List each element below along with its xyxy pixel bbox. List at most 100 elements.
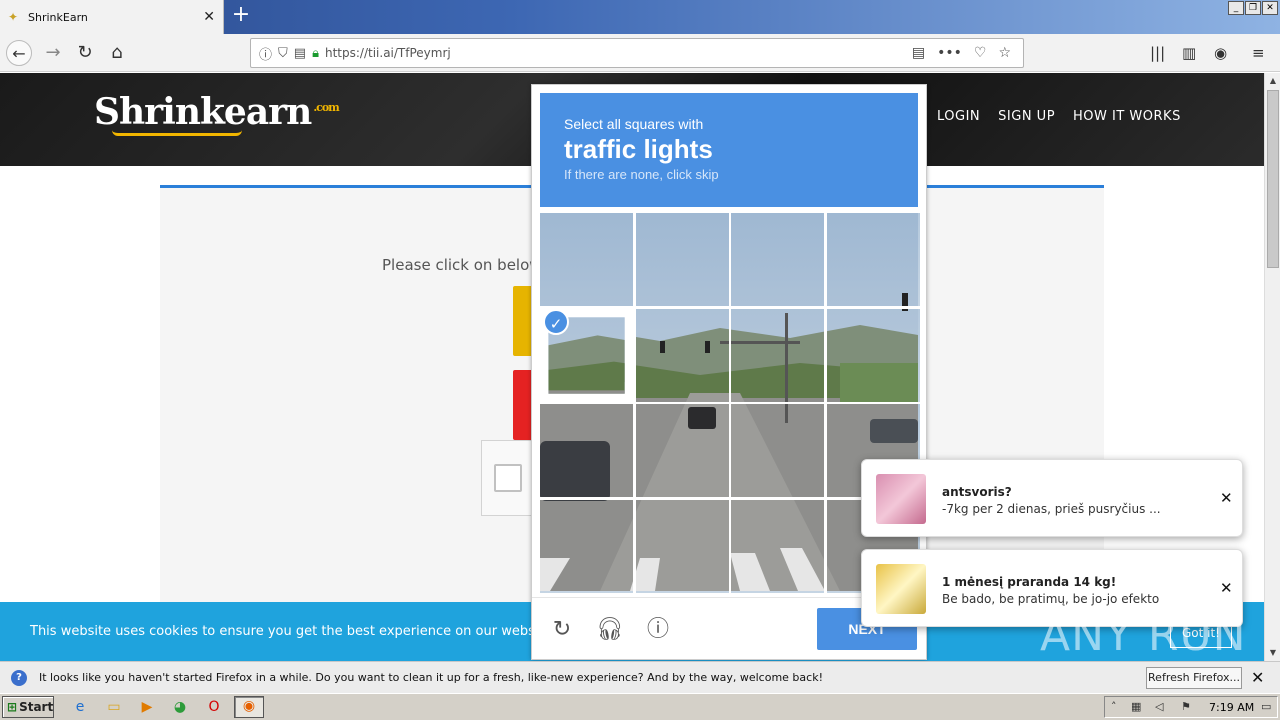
audio-challenge-icon[interactable]: 🎧︎ (596, 616, 624, 644)
reload-icon[interactable]: ↻ (72, 40, 98, 66)
site-logo[interactable]: Shrinkearn .com (94, 91, 340, 133)
close-icon[interactable]: ✕ (1220, 489, 1233, 507)
start-label: Start (19, 700, 54, 714)
window-controls: _ ❐ ✕ (1228, 1, 1278, 15)
menu-icon[interactable]: ≡ (1252, 44, 1265, 62)
scroll-up-icon[interactable]: ▲ (1265, 73, 1280, 89)
home-icon[interactable]: ⌂ (104, 40, 130, 66)
lock-icon[interactable]: 🔒︎ (312, 46, 319, 61)
tile-image (540, 213, 633, 306)
scroll-thumb[interactable] (1267, 90, 1279, 268)
address-bar[interactable]: ⓘ ⛉ ▤ 🔒︎ https://tii.ai/TfPeymrj ▤ ••• ♡… (250, 38, 1024, 68)
nav-login[interactable]: LOGIN (937, 109, 980, 124)
close-window-button[interactable]: ✕ (1262, 1, 1278, 15)
permissions-icon[interactable]: ▤ (294, 46, 306, 61)
grid-tile[interactable] (731, 213, 825, 306)
grid-tile[interactable] (635, 213, 729, 306)
challenge-target: traffic lights (564, 134, 713, 164)
tile-image (540, 404, 633, 498)
info-icon[interactable]: ⓘ (259, 44, 272, 63)
tab-shrinkearn[interactable]: ✦ ShrinkEarn ✕ (0, 0, 224, 34)
grid-tile[interactable] (731, 308, 825, 402)
restore-button[interactable]: ❐ (1245, 1, 1261, 15)
tile-image (635, 500, 729, 591)
tile-image (635, 404, 729, 498)
pocket-icon[interactable]: ♡ (974, 45, 987, 61)
tile-image (540, 500, 633, 591)
grid-tile[interactable] (731, 404, 825, 498)
file-explorer-icon[interactable]: ▭ (104, 698, 124, 716)
challenge-header: Select all squares with traffic lights I… (540, 93, 918, 207)
tab-strip: ✦ ShrinkEarn ✕ + _ ❐ ✕ (0, 0, 1280, 34)
firefox-notification-bar: ? It looks like you haven't started Fire… (0, 661, 1280, 693)
cookie-text: This website uses cookies to ensure you … (30, 624, 575, 639)
refresh-firefox-button[interactable]: Refresh Firefox... (1146, 667, 1242, 689)
grid-tile[interactable] (540, 500, 633, 593)
nav-how-it-works[interactable]: HOW IT WORKS (1073, 109, 1181, 124)
help-info-icon[interactable]: ⓘ (644, 616, 672, 644)
scroll-down-icon[interactable]: ▼ (1265, 645, 1280, 661)
grid-tile[interactable] (635, 500, 729, 593)
close-icon[interactable]: ✕ (1251, 668, 1264, 687)
notification-title: 1 mėnesį praranda 14 kg! (942, 575, 1117, 589)
internet-explorer-icon[interactable]: e (70, 698, 90, 716)
close-icon[interactable]: ✕ (1220, 579, 1233, 597)
grid-tile[interactable] (635, 404, 729, 498)
start-button[interactable]: ⊞ Start (2, 696, 54, 718)
firefox-message: It looks like you haven't started Firefo… (39, 671, 823, 684)
windows-logo-icon: ⊞ (7, 700, 18, 714)
notification-1[interactable]: antsvoris? -7kg per 2 dienas, prieš pusr… (861, 459, 1243, 537)
tile-image (731, 308, 825, 402)
close-tab-icon[interactable]: ✕ (203, 9, 215, 25)
minimize-button[interactable]: _ (1228, 1, 1244, 15)
media-player-icon[interactable]: ▶ (137, 698, 157, 716)
challenge-instruction: Select all squares with (564, 116, 704, 132)
recaptcha-checkbox[interactable] (494, 464, 522, 492)
grid-tile[interactable] (540, 404, 633, 498)
notification-title: antsvoris? (942, 485, 1012, 499)
chrome-icon[interactable]: ◕ (170, 698, 190, 716)
reload-challenge-icon[interactable]: ↻ (548, 616, 576, 644)
bookmark-star-icon[interactable]: ☆ (998, 45, 1011, 61)
tile-image (635, 308, 729, 402)
click-prompt: Please click on below (382, 256, 542, 274)
notification-thumbnail (876, 564, 926, 614)
grid-tile[interactable] (540, 213, 633, 306)
forward-arrow-icon[interactable]: → (40, 40, 66, 66)
volume-icon[interactable]: ◁ (1155, 700, 1163, 713)
firefox-taskbar-icon[interactable]: ◉ (234, 696, 264, 718)
reader-view-icon[interactable]: ▤ (912, 45, 925, 61)
new-tab-button[interactable]: + (230, 4, 252, 28)
clock[interactable]: 7:19 AM (1209, 701, 1254, 714)
tile-image (731, 404, 825, 498)
page-actions-icon[interactable]: ••• (937, 45, 962, 61)
grid-tile[interactable] (635, 308, 729, 402)
site-favicon-icon: ✦ (8, 10, 19, 24)
back-arrow-icon[interactable]: ← (6, 40, 32, 66)
opera-icon[interactable]: O (204, 698, 224, 716)
notification-thumbnail (876, 474, 926, 524)
taskbar: ⊞ Start e ▭ ▶ ◕ O ◉ ˄ ▦ ◁ ⚑ 7:19 AM ▭ (0, 693, 1280, 720)
grid-tile[interactable] (827, 308, 920, 402)
tile-image (731, 500, 825, 591)
question-icon: ? (11, 670, 27, 686)
navigation-bar: ← → ↻ ⌂ ⓘ ⛉ ▤ 🔒︎ https://tii.ai/TfPeymrj… (0, 34, 1280, 72)
account-icon[interactable]: ◉ (1214, 44, 1227, 62)
network-icon[interactable]: ▦ (1131, 700, 1141, 713)
grid-tile[interactable] (731, 500, 825, 593)
tray-expand-icon[interactable]: ˄ (1111, 700, 1117, 713)
library-icon[interactable]: ||| (1150, 44, 1165, 62)
nav-sign-up[interactable]: SIGN UP (998, 109, 1055, 124)
show-desktop-icon[interactable]: ▭ (1261, 700, 1271, 713)
sidebar-icon[interactable]: ▥ (1182, 44, 1196, 62)
vertical-scrollbar[interactable]: ▲ ▼ (1264, 73, 1280, 661)
anyrun-watermark: ANY RUN (1040, 610, 1247, 661)
notification-body: Be bado, be pratimų, be jo-jo efekto (942, 592, 1160, 606)
tab-title: ShrinkEarn (28, 10, 88, 24)
shield-icon[interactable]: ⛉ (278, 46, 288, 61)
grid-tile[interactable] (827, 213, 920, 306)
action-center-flag-icon[interactable]: ⚑ (1181, 700, 1191, 713)
url-text[interactable]: https://tii.ai/TfPeymrj (325, 46, 912, 60)
notification-body: -7kg per 2 dienas, prieš pusryčius ... (942, 502, 1161, 516)
challenge-hint: If there are none, click skip (564, 167, 719, 182)
